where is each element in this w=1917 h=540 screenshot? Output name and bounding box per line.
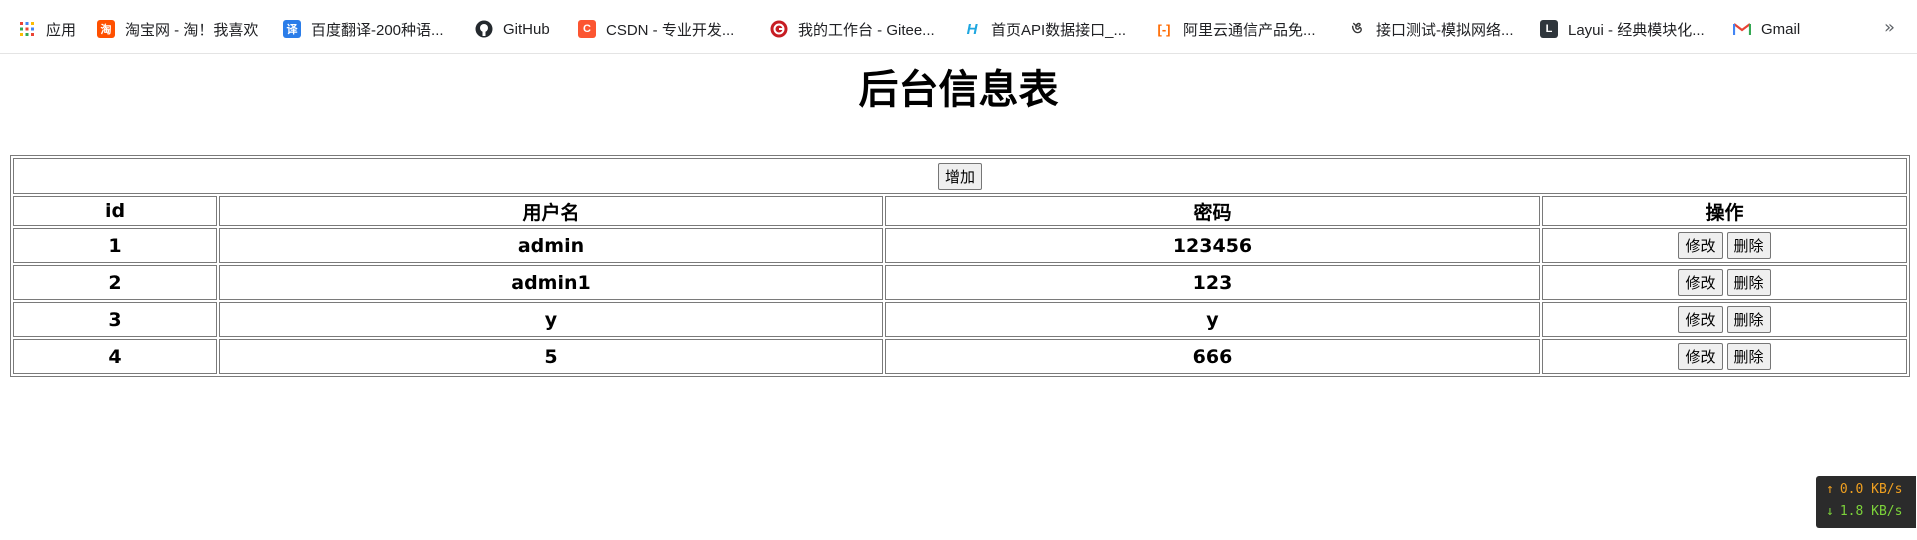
bookmark-label: 阿里云通信产品免... [1183,21,1316,39]
delete-button[interactable]: 删除 [1726,232,1771,259]
header-password: 密码 [885,196,1540,226]
cell-password: 666 [885,339,1540,374]
table-row: 4 5 666 修改 删除 [13,339,1907,374]
cell-username: y [219,302,883,337]
bookmark-label: Gmail [1761,20,1801,38]
gmail-icon [1733,20,1751,38]
bookmark-api[interactable]: H 首页API数据接口_... [963,17,1126,41]
bookmark-interface-test[interactable]: ঙ 接口测试-模拟网络... [1348,17,1514,41]
table-toolbar-row: 增加 [13,158,1907,194]
gitee-icon [770,20,788,38]
cell-username: admin1 [219,265,883,300]
bookmark-label: 淘宝网 - 淘！我喜欢 [125,21,259,39]
download-speed-value: 1.8 KB/s [1839,504,1903,519]
delete-button[interactable]: 删除 [1726,306,1771,333]
header-username: 用户名 [219,196,883,226]
download-arrow-icon: ↓ [1826,504,1834,519]
github-icon [475,20,493,38]
bookmark-label: 百度翻译-200种语... [311,21,444,39]
header-actions: 操作 [1542,196,1907,226]
upload-speed-value: 0.0 KB/s [1839,482,1903,497]
edit-button[interactable]: 修改 [1678,306,1723,333]
cell-password: 123 [885,265,1540,300]
table-header-row: id 用户名 密码 操作 [13,196,1907,226]
edit-button[interactable]: 修改 [1678,343,1723,370]
cell-password: 123456 [885,228,1540,263]
bookmark-label: Layui - 经典模块化... [1568,21,1705,39]
api-icon: H [966,20,978,38]
bookmark-label: GitHub [503,20,550,38]
bookmark-layui[interactable]: L Layui - 经典模块化... [1540,17,1705,41]
cell-actions: 修改 删除 [1542,228,1907,263]
edit-button[interactable]: 修改 [1678,269,1723,296]
table-row: 2 admin1 123 修改 删除 [13,265,1907,300]
cell-id: 2 [13,265,217,300]
edit-button[interactable]: 修改 [1678,232,1723,259]
aliyun-icon: [-] [1157,21,1171,37]
apps-grid-icon [18,20,36,38]
cell-actions: 修改 删除 [1542,302,1907,337]
bookmarks-bar: 应用 淘 淘宝网 - 淘！我喜欢 译 百度翻译-200种语... GitHub … [0,0,1917,54]
bookmark-taobao[interactable]: 淘 淘宝网 - 淘！我喜欢 [97,17,258,41]
bookmark-apps[interactable]: 应用 [18,17,76,41]
baidu-translate-icon: 译 [283,20,301,38]
bookmark-aliyun[interactable]: [-] 阿里云通信产品免... [1155,17,1316,41]
table-row: 1 admin 123456 修改 删除 [13,228,1907,263]
bookmark-label: 我的工作台 - Gitee... [798,21,935,39]
user-table: 增加 id 用户名 密码 操作 1 admin 123456 修改 删除 2 ad… [10,155,1910,377]
cell-actions: 修改 删除 [1542,339,1907,374]
header-id: id [13,196,217,226]
cell-username: admin [219,228,883,263]
add-button[interactable]: 增加 [937,162,982,190]
table-row: 3 y y 修改 删除 [13,302,1907,337]
bookmark-gitee[interactable]: 我的工作台 - Gitee... [770,17,935,41]
bookmark-label: 接口测试-模拟网络... [1376,21,1514,39]
cell-id: 4 [13,339,217,374]
taobao-icon: 淘 [97,20,115,38]
upload-speed: ↑ 0.0 KB/s [1826,482,1902,497]
layui-icon: L [1540,20,1558,38]
bookmark-github[interactable]: GitHub [475,17,550,41]
cell-password: y [885,302,1540,337]
cell-actions: 修改 删除 [1542,265,1907,300]
network-speed-widget: ↑ 0.0 KB/s ↓ 1.8 KB/s [1816,476,1916,528]
delete-button[interactable]: 删除 [1726,343,1771,370]
page-title: 后台信息表 [858,67,1059,113]
download-speed: ↓ 1.8 KB/s [1826,504,1902,519]
bookmark-label: 应用 [46,21,77,39]
table-toolbar-cell: 增加 [13,158,1907,194]
bookmark-baidu-translate[interactable]: 译 百度翻译-200种语... [283,17,444,41]
bookmark-label: CSDN - 专业开发... [606,21,735,39]
csdn-icon: C [578,20,596,38]
bookmark-gmail[interactable]: Gmail [1733,17,1800,41]
cell-id: 3 [13,302,217,337]
bookmark-csdn[interactable]: C CSDN - 专业开发... [578,17,734,41]
cell-id: 1 [13,228,217,263]
interface-test-icon: ঙ [1351,19,1363,37]
upload-arrow-icon: ↑ [1826,482,1834,497]
cell-username: 5 [219,339,883,374]
more-bookmarks-chevron-icon[interactable]: » [1884,17,1895,38]
delete-button[interactable]: 删除 [1726,269,1771,296]
bookmark-label: 首页API数据接口_... [991,21,1127,39]
